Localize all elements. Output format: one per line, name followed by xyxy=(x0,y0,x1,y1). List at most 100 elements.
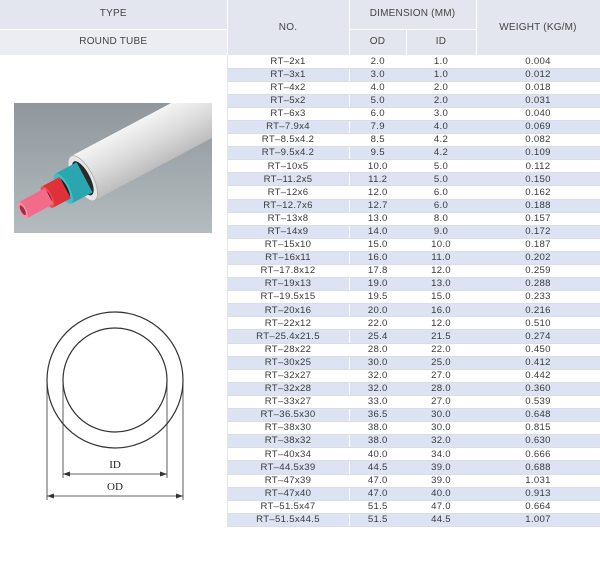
model-number-cell: RT–32x28 xyxy=(227,382,350,396)
model-number-cell: RT–6x3 xyxy=(227,107,350,121)
id-cell: 4.2 xyxy=(406,146,477,161)
od-label: OD xyxy=(107,481,123,493)
weight-cell: 0.112 xyxy=(476,159,600,174)
id-cell: 2.0 xyxy=(406,94,477,108)
model-number-cell: RT–38x32 xyxy=(227,434,350,449)
weight-cell: 0.539 xyxy=(476,395,600,410)
od-cell: 9.5 xyxy=(349,146,406,161)
od-cell: 19.5 xyxy=(349,290,406,305)
weight-cell: 0.666 xyxy=(476,447,600,462)
model-number-cell: RT–14x9 xyxy=(227,225,350,239)
model-number-cell: RT–19x13 xyxy=(227,277,350,292)
id-label: ID xyxy=(109,459,121,471)
weight-cell: 0.216 xyxy=(476,303,600,318)
weight-cell: 0.450 xyxy=(476,343,600,357)
od-cell: 19.0 xyxy=(349,277,406,292)
model-number-cell: RT–7.9x4 xyxy=(227,120,350,135)
model-number-cell: RT–40x34 xyxy=(227,447,350,462)
id-cell: 6.0 xyxy=(406,199,477,213)
model-number-cell: RT–32x27 xyxy=(227,369,350,383)
id-cell: 30.0 xyxy=(406,408,477,423)
weight-cell: 0.288 xyxy=(476,277,600,292)
model-number-cell: RT–28x22 xyxy=(227,343,350,357)
id-cell: 32.0 xyxy=(406,434,477,449)
weight-cell: 1.007 xyxy=(476,513,600,527)
od-cell: 17.8 xyxy=(349,264,406,279)
table-row: RT–2x1 2.0 1.0 0.004 xyxy=(0,55,600,527)
od-cell: 32.0 xyxy=(349,369,406,383)
weight-cell: 0.031 xyxy=(476,94,600,108)
od-cell: 25.4 xyxy=(349,329,406,344)
od-cell: 38.0 xyxy=(349,434,406,449)
model-number-cell: RT–8.5x4.2 xyxy=(227,133,350,148)
od-cell: 2.0 xyxy=(349,55,406,69)
id-cell: 34.0 xyxy=(406,447,477,462)
model-number-cell: RT–4x2 xyxy=(227,81,350,95)
weight-cell: 1.031 xyxy=(476,474,600,488)
od-header: OD xyxy=(349,28,407,55)
id-cell: 4.2 xyxy=(406,133,477,148)
weight-cell: 0.069 xyxy=(476,120,600,135)
id-cell: 44.5 xyxy=(406,513,477,527)
od-cell: 51.5 xyxy=(349,500,406,514)
weight-cell: 0.188 xyxy=(476,199,600,213)
model-number-cell: RT–38x30 xyxy=(227,421,350,436)
type-header: TYPE xyxy=(0,0,228,29)
model-number-cell: RT–22x12 xyxy=(227,316,350,331)
od-cell: 15.0 xyxy=(349,238,406,252)
tube-photo xyxy=(14,103,212,233)
weight-cell: 0.913 xyxy=(476,487,600,501)
od-cell: 47.0 xyxy=(349,474,406,488)
id-cell: 12.0 xyxy=(406,316,477,331)
id-cell: 21.5 xyxy=(406,329,477,344)
od-cell: 44.5 xyxy=(349,460,406,475)
model-number-cell: RT–17.8x12 xyxy=(227,264,350,279)
id-cell: 4.0 xyxy=(406,120,477,135)
id-cell: 8.0 xyxy=(406,212,477,226)
id-cell: 39.0 xyxy=(406,474,477,488)
model-number-cell: RT–51.5x44.5 xyxy=(227,513,350,527)
weight-cell: 0.630 xyxy=(476,434,600,449)
model-number-cell: RT–33x27 xyxy=(227,395,350,410)
od-cell: 7.9 xyxy=(349,120,406,135)
model-number-cell: RT–13x8 xyxy=(227,212,350,226)
weight-cell: 0.442 xyxy=(476,369,600,383)
weight-cell: 0.040 xyxy=(476,107,600,121)
id-cell: 13.0 xyxy=(406,277,477,292)
weight-cell: 0.360 xyxy=(476,382,600,396)
weight-cell: 0.150 xyxy=(476,172,600,187)
model-number-cell: RT–9.5x4.2 xyxy=(227,146,350,161)
model-number-cell: RT–11.2x5 xyxy=(227,172,350,187)
category-cell: ROUND TUBE xyxy=(0,28,228,55)
no-header: NO. xyxy=(227,0,350,55)
od-cell: 47.0 xyxy=(349,487,406,501)
weight-cell: 0.274 xyxy=(476,329,600,344)
model-number-cell: RT–3x1 xyxy=(227,68,350,82)
model-number-cell: RT–47x39 xyxy=(227,474,350,488)
model-number-cell: RT–51.5x47 xyxy=(227,500,350,514)
id-cell: 2.0 xyxy=(406,81,477,95)
weight-cell: 0.202 xyxy=(476,251,600,266)
id-header: ID xyxy=(406,28,477,55)
weight-cell: 0.162 xyxy=(476,185,600,200)
weight-cell: 0.109 xyxy=(476,146,600,161)
od-cell: 16.0 xyxy=(349,251,406,266)
od-cell: 4.0 xyxy=(349,81,406,95)
id-cell: 27.0 xyxy=(406,395,477,410)
od-cell: 11.2 xyxy=(349,172,406,187)
od-cell: 38.0 xyxy=(349,421,406,436)
od-cell: 51.5 xyxy=(349,513,406,527)
id-cell: 1.0 xyxy=(406,55,477,69)
tube-cross-section-diagram: ID OD xyxy=(46,311,184,500)
inner-circle xyxy=(62,327,168,433)
model-number-cell: RT–36.5x30 xyxy=(227,408,350,423)
weight-cell: 0.187 xyxy=(476,238,600,252)
id-cell: 15.0 xyxy=(406,290,477,305)
od-cell: 32.0 xyxy=(349,382,406,396)
od-cell: 10.0 xyxy=(349,159,406,174)
od-cell: 5.0 xyxy=(349,94,406,108)
spec-sheet: TYPE NO. DIMENSION (MM) WEIGHT (KG/M) RO… xyxy=(0,0,600,562)
model-number-cell: RT–20x16 xyxy=(227,303,350,318)
od-cell: 22.0 xyxy=(349,316,406,331)
model-number-cell: RT–15x10 xyxy=(227,238,350,252)
